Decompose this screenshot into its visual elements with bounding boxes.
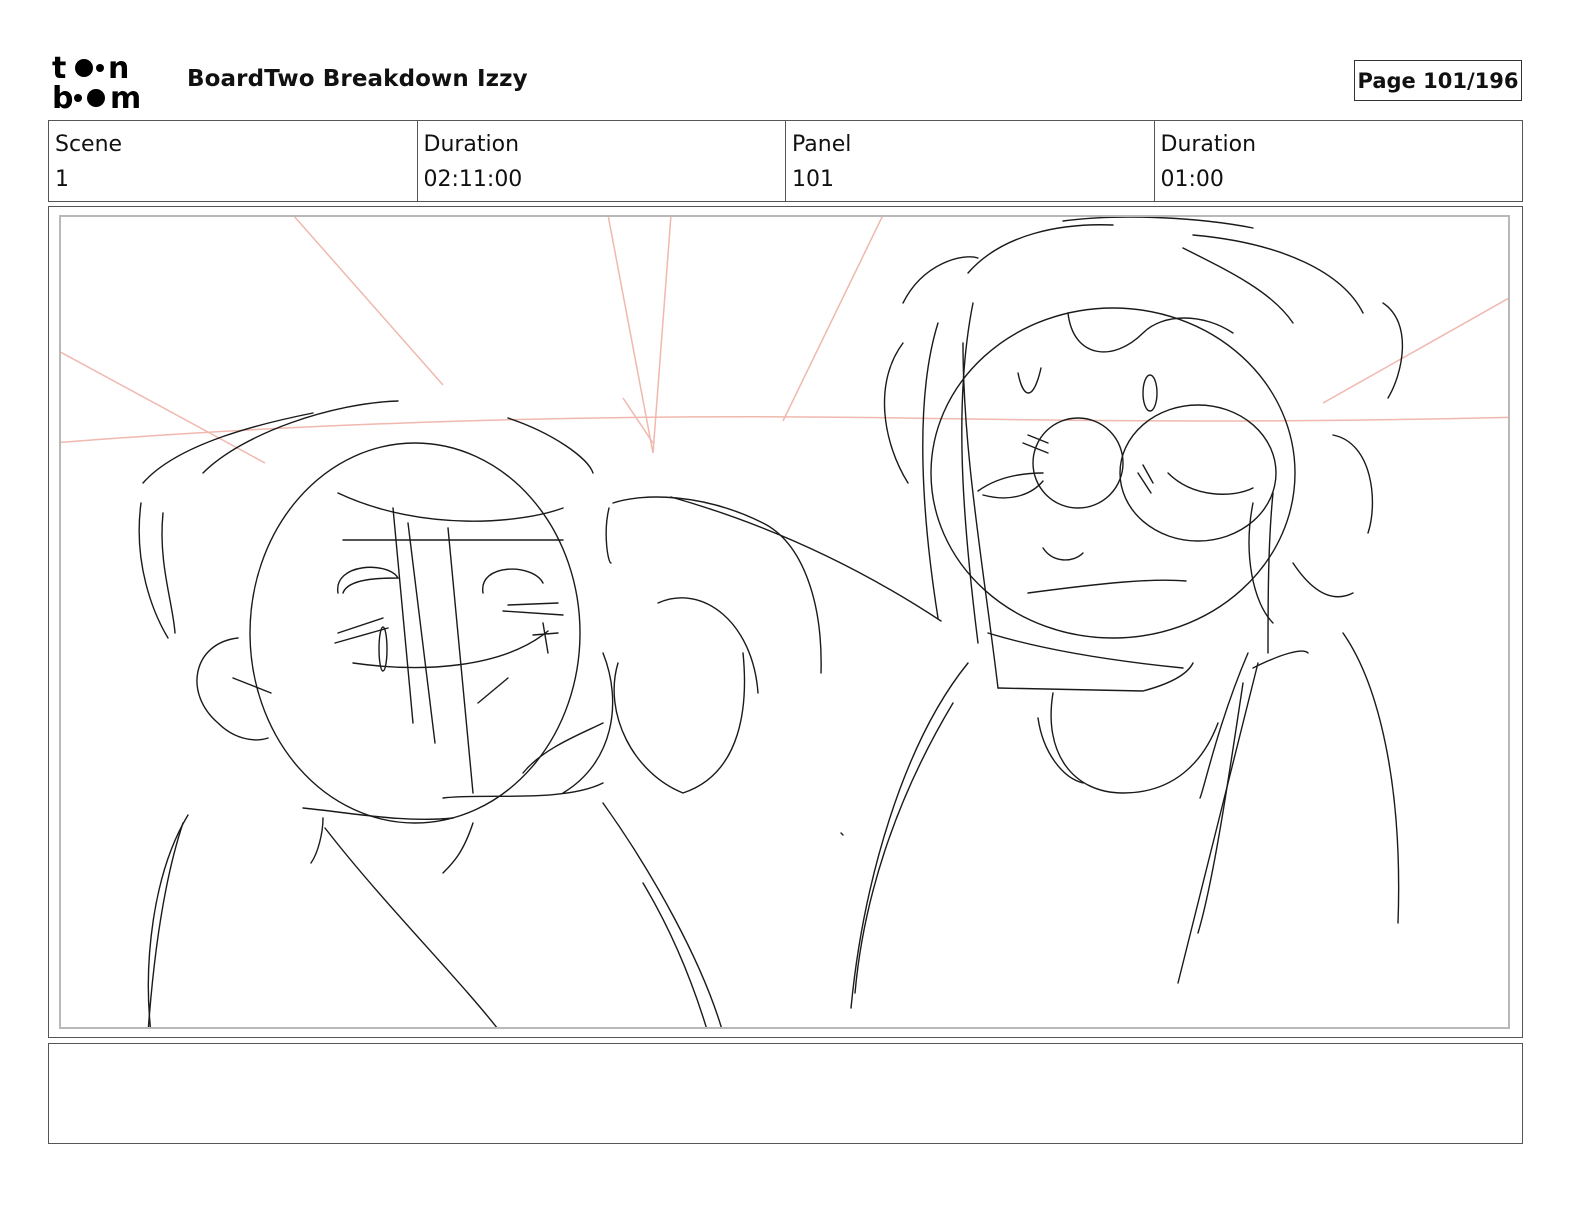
- svg-text:b: b: [52, 81, 73, 112]
- page-indicator: Page 101/196: [1354, 60, 1522, 101]
- sketch-drawing: [61, 217, 1508, 1027]
- toonboom-logo: t n b m: [52, 52, 141, 112]
- panel-duration-label: Duration: [1160, 132, 1257, 157]
- panel-cell: Panel 101: [786, 121, 1155, 201]
- panel-notes-box: [48, 1043, 1523, 1144]
- scene-info-table: Scene 1 Duration 02:11:00 Panel 101 Dura…: [48, 120, 1523, 202]
- panel-drawing-area: [59, 215, 1510, 1029]
- scene-cell: Scene 1: [49, 121, 418, 201]
- scene-duration-cell: Duration 02:11:00: [418, 121, 786, 201]
- scene-value: 1: [55, 167, 69, 192]
- right-character-sketch: [840, 217, 1404, 1009]
- panel-duration-cell: Duration 01:00: [1155, 121, 1523, 201]
- svg-text:m: m: [110, 81, 141, 112]
- panel-duration-value: 01:00: [1160, 167, 1224, 192]
- left-character-sketch: [138, 400, 942, 1027]
- scene-duration-value: 02:11:00: [423, 167, 523, 192]
- panel-label: Panel: [792, 132, 852, 157]
- panel-value: 101: [792, 167, 834, 192]
- scene-label: Scene: [55, 132, 123, 157]
- perspective-lines: [61, 217, 1508, 464]
- scene-duration-label: Duration: [423, 132, 520, 157]
- document-title: BoardTwo Breakdown Izzy: [187, 66, 528, 92]
- storyboard-panel: [48, 206, 1523, 1038]
